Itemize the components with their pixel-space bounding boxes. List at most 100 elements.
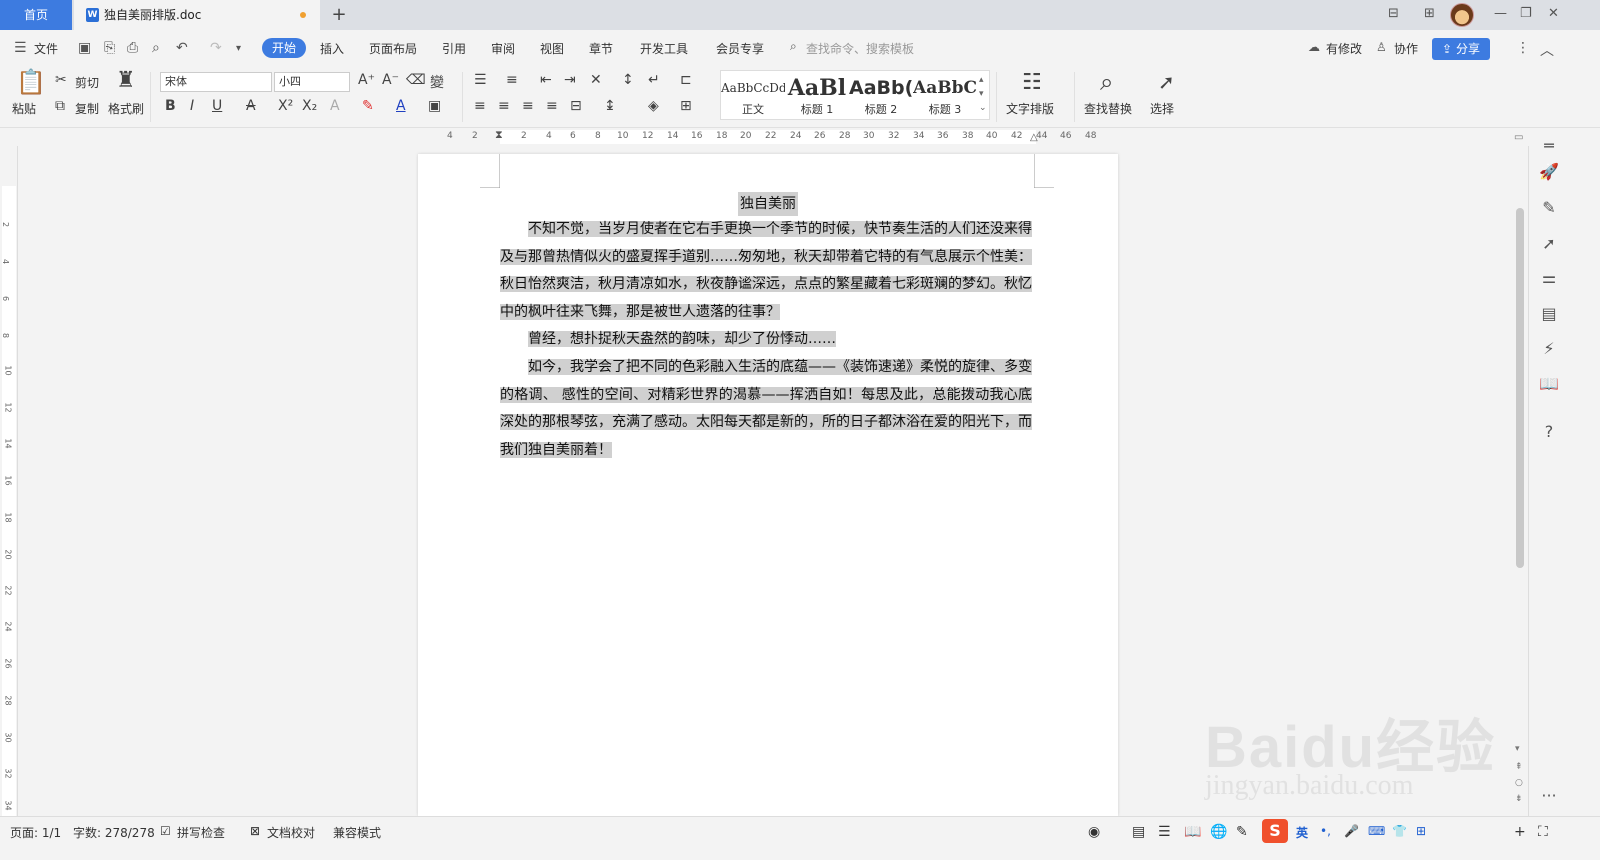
style-heading3[interactable]: AaBbC 标题 3 bbox=[913, 71, 977, 119]
style-scroll-down-icon[interactable]: ▾ bbox=[979, 89, 984, 99]
web-view-icon[interactable]: 🌐 bbox=[1210, 824, 1227, 840]
style-heading1[interactable]: AaBl 标题 1 bbox=[785, 71, 849, 119]
find-replace-button[interactable]: 查找替换 bbox=[1084, 100, 1132, 117]
save-icon[interactable]: ▣ bbox=[78, 40, 91, 56]
ime-skin-icon[interactable]: 👕 bbox=[1392, 824, 1407, 838]
export-pdf-icon[interactable]: ⎘ bbox=[104, 40, 115, 56]
line-spacing-icon[interactable]: ↨ bbox=[604, 98, 616, 114]
ime-language[interactable]: 英 bbox=[1296, 824, 1308, 841]
menu-review[interactable]: 审阅 bbox=[491, 40, 515, 57]
word-count[interactable]: 字数: 278/278 bbox=[73, 824, 155, 841]
vertical-ruler[interactable]: 2 4 6 8 10 12 14 16 18 20 22 24 26 28 30… bbox=[0, 146, 18, 826]
ime-voice-icon[interactable]: 🎤 bbox=[1344, 824, 1359, 838]
help-icon[interactable]: ? bbox=[1539, 422, 1559, 442]
undo-icon[interactable]: ↶ bbox=[176, 40, 188, 56]
page-view-icon[interactable]: ▤ bbox=[1132, 824, 1145, 840]
grow-font-icon[interactable]: A⁺ bbox=[358, 72, 375, 88]
document-paragraph[interactable]: 曾经，想扑捉秋天盎然的韵味，却少了份悸动…… bbox=[500, 326, 1032, 354]
underline-icon[interactable]: U bbox=[212, 98, 222, 114]
menu-insert[interactable]: 插入 bbox=[320, 40, 344, 57]
collapse-ribbon-icon[interactable]: ︿ bbox=[1540, 40, 1554, 60]
increase-indent-icon[interactable]: ⇥ bbox=[564, 72, 576, 88]
gallery-icon[interactable]: ▤ bbox=[1539, 304, 1559, 324]
paste-button[interactable]: 粘贴 bbox=[12, 100, 36, 117]
outline-view-icon[interactable]: ☰ bbox=[1158, 824, 1171, 840]
more-options-icon[interactable]: ⋮ bbox=[1516, 40, 1530, 56]
style-heading2[interactable]: AaBb( 标题 2 bbox=[849, 71, 913, 119]
menu-references[interactable]: 引用 bbox=[442, 40, 466, 57]
phonetic-guide-icon[interactable]: 變 bbox=[430, 72, 444, 92]
ime-toolbox-icon[interactable]: ⊞ bbox=[1416, 824, 1426, 838]
shading-icon[interactable]: ◈ bbox=[648, 98, 659, 114]
eye-protection-icon[interactable]: ◉ bbox=[1088, 824, 1100, 840]
zoom-in-icon[interactable]: + bbox=[1514, 824, 1526, 840]
print-icon[interactable]: ⎙ bbox=[127, 40, 138, 56]
align-right-icon[interactable]: ≡ bbox=[522, 98, 534, 114]
reading-view-icon[interactable]: 📖 bbox=[1184, 824, 1201, 840]
write-mode-icon[interactable]: ✎ bbox=[1236, 824, 1248, 840]
vertical-scrollbar[interactable]: ▭ ▾ ⇞ ○ ⇟ bbox=[1512, 128, 1528, 816]
font-size-select[interactable]: 小四 bbox=[274, 72, 350, 92]
chinese-layout-icon[interactable]: ✕ bbox=[590, 72, 602, 88]
text-layout-button[interactable]: 文字排版 bbox=[1006, 100, 1054, 117]
bullet-list-icon[interactable]: ☰ bbox=[474, 72, 487, 88]
sort-icon[interactable]: ↕ bbox=[622, 72, 634, 88]
superscript-icon[interactable]: X² bbox=[278, 98, 293, 114]
align-left-icon[interactable]: ≡ bbox=[474, 98, 486, 114]
fullscreen-icon[interactable]: ⛶ bbox=[1538, 824, 1548, 840]
menu-member[interactable]: 会员专享 bbox=[716, 40, 764, 57]
show-marks-icon[interactable]: ↵ bbox=[648, 72, 660, 88]
style-scroll-up-icon[interactable]: ▴ bbox=[979, 75, 984, 85]
close-button[interactable]: ✕ bbox=[1548, 6, 1559, 21]
user-avatar[interactable] bbox=[1450, 3, 1474, 27]
decrease-indent-icon[interactable]: ⇤ bbox=[540, 72, 552, 88]
document-paragraph[interactable]: 如今，我学会了把不同的色彩融入生活的底蕴——《装饰速递》柔悦的旋律、多变的格调、… bbox=[500, 354, 1032, 464]
first-line-indent-marker-icon[interactable]: ⧗ bbox=[495, 128, 503, 142]
command-search-input[interactable]: 查找命令、搜索模板 bbox=[806, 40, 914, 57]
highlight-color-icon[interactable]: ✎ bbox=[362, 98, 374, 114]
menu-chapter[interactable]: 章节 bbox=[589, 40, 613, 57]
select-browse-icon[interactable]: ○ bbox=[1515, 778, 1523, 788]
adjust-icon[interactable]: ⚌ bbox=[1539, 268, 1559, 288]
scroll-down-icon[interactable]: ▾ bbox=[1515, 744, 1520, 754]
next-page-icon[interactable]: ⇟ bbox=[1515, 794, 1523, 804]
ime-keyboard-icon[interactable]: ⌨ bbox=[1368, 824, 1385, 838]
select-tool-icon[interactable]: ➚ bbox=[1539, 234, 1559, 254]
scroll-thumb[interactable] bbox=[1516, 208, 1524, 568]
add-tab-button[interactable]: + bbox=[328, 4, 350, 26]
collab-button[interactable]: 协作 bbox=[1394, 40, 1418, 57]
more-icon[interactable]: ··· bbox=[1539, 786, 1559, 806]
tab-home[interactable]: 首页 bbox=[0, 0, 72, 30]
lightning-icon[interactable]: ⚡ bbox=[1539, 339, 1559, 359]
sidebar-collapse-icon[interactable]: ═ bbox=[1539, 136, 1559, 156]
align-center-icon[interactable]: ≡ bbox=[498, 98, 510, 114]
rocket-icon[interactable]: 🚀 bbox=[1539, 162, 1559, 182]
menu-view[interactable]: 视图 bbox=[540, 40, 564, 57]
page-count[interactable]: 页面: 1/1 bbox=[10, 824, 61, 841]
clear-format-icon[interactable]: ⌫ bbox=[406, 72, 426, 88]
sogou-ime-icon[interactable]: S bbox=[1262, 819, 1288, 843]
paste-icon[interactable]: 📋 bbox=[16, 68, 46, 96]
horizontal-ruler[interactable]: 4 2 2 4 6 8 10 12 14 16 18 20 22 24 26 2… bbox=[0, 128, 1512, 146]
strikethrough-icon[interactable]: A bbox=[246, 98, 256, 114]
distribute-icon[interactable]: ⊟ bbox=[570, 98, 582, 114]
print-preview-icon[interactable]: ⌕ bbox=[152, 40, 160, 56]
redo-icon[interactable]: ↷ bbox=[210, 40, 222, 56]
document-title[interactable]: 独自美丽 bbox=[738, 192, 798, 216]
maximize-button[interactable]: ❐ bbox=[1520, 6, 1532, 21]
prev-page-icon[interactable]: ⇞ bbox=[1515, 762, 1523, 772]
char-border-icon[interactable]: ▣ bbox=[428, 98, 441, 114]
font-family-select[interactable]: 宋体 bbox=[160, 72, 272, 92]
modified-status[interactable]: 有修改 bbox=[1326, 40, 1362, 57]
minimize-button[interactable]: — bbox=[1494, 6, 1507, 21]
format-painter-button[interactable]: 格式刷 bbox=[108, 100, 144, 117]
menu-developer[interactable]: 开发工具 bbox=[640, 40, 688, 57]
italic-icon[interactable]: I bbox=[190, 98, 194, 114]
numbered-list-icon[interactable]: ≡ bbox=[506, 72, 518, 88]
document-page[interactable]: 独自美丽 不知不觉，当岁月使者在它右手更换一个季节的时候，快节奏生活的人们还没来… bbox=[418, 154, 1118, 816]
cut-button[interactable]: 剪切 bbox=[75, 74, 99, 91]
style-normal[interactable]: AaBbCcDd 正文 bbox=[721, 71, 785, 119]
tab-document[interactable]: W 独自美丽排版.doc bbox=[74, 0, 320, 30]
ime-punct-icon[interactable]: •, bbox=[1320, 824, 1331, 838]
layout-toggle-icon[interactable]: ⊟ bbox=[1388, 6, 1399, 21]
